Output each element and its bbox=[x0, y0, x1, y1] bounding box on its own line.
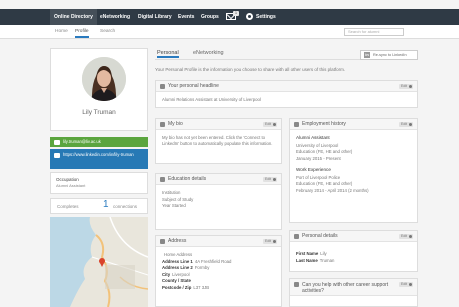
bio-body: My bio has not yet been entered. Click t… bbox=[162, 135, 275, 155]
sub-navigation: Home Profile Search Search for alumni bbox=[0, 25, 459, 39]
person-icon bbox=[160, 122, 165, 127]
top-navigation: Online Directory eNetworking Digital Lib… bbox=[0, 9, 459, 25]
linkedin-contact[interactable]: https://www.linkedin.com/in/lily-truman bbox=[50, 149, 148, 169]
tab-profile[interactable]: Profile bbox=[75, 25, 89, 38]
avatar[interactable] bbox=[82, 57, 126, 101]
page: Online Directory eNetworking Digital Lib… bbox=[0, 0, 459, 307]
job-title: Work Experience bbox=[296, 167, 331, 172]
edit-button[interactable]: Edit bbox=[263, 177, 277, 182]
bio-title: My bio bbox=[168, 121, 183, 127]
occupation-card: Occupation Alumni Assistant bbox=[50, 172, 148, 194]
personal-details-header: Personal details bbox=[290, 231, 417, 242]
gear-icon[interactable] bbox=[246, 13, 253, 20]
edit-button[interactable]: Edit bbox=[399, 122, 413, 127]
id-card-icon bbox=[294, 234, 299, 239]
personal-details-body: First Name Lily Last Name Truman bbox=[296, 251, 411, 264]
education-card: Education details Edit Institution Subje… bbox=[155, 173, 282, 230]
profile-card: Lily Truman bbox=[50, 48, 148, 131]
mail-count-badge: 1 bbox=[233, 11, 239, 16]
employment-body: Alumni Assistant University of Liverpool… bbox=[296, 135, 411, 194]
email-icon bbox=[54, 139, 60, 145]
education-field: Year Started bbox=[162, 203, 186, 208]
education-body: Institution Subject of Study Year Starte… bbox=[162, 190, 275, 210]
occupation-value: Alumni Assistant bbox=[56, 183, 86, 188]
edit-button[interactable]: Edit bbox=[399, 282, 413, 287]
employment-card: Employment history Edit Alumni Assistant… bbox=[289, 118, 418, 223]
edit-button[interactable]: Edit bbox=[399, 234, 413, 239]
nav-digital-library[interactable]: Digital Library bbox=[138, 9, 172, 25]
career-support-title: Can you help with other career support a… bbox=[302, 282, 389, 294]
edit-button[interactable]: Edit bbox=[263, 239, 277, 244]
headline-body: Alumni Relations Assistant at University… bbox=[162, 97, 411, 104]
nav-groups[interactable]: Groups bbox=[201, 9, 219, 25]
resync-linkedin-button[interactable]: in Re-sync to LinkedIn bbox=[360, 50, 418, 60]
headline-card: Your personal headline Edit Alumni Relat… bbox=[155, 80, 418, 108]
career-support-header: Can you help with other career support a… bbox=[290, 279, 417, 296]
bio-card: My bio Edit My bio has not yet been ente… bbox=[155, 118, 282, 164]
personal-details-title: Personal details bbox=[302, 233, 338, 239]
headline-header: Your personal headline bbox=[156, 81, 417, 92]
nav-online-directory[interactable]: Online Directory bbox=[50, 9, 97, 25]
tab-personal[interactable]: Personal bbox=[157, 48, 179, 58]
nav-settings[interactable]: Settings bbox=[256, 9, 276, 25]
nav-enetworking[interactable]: eNetworking bbox=[100, 9, 130, 25]
connections-label: connections bbox=[113, 204, 138, 209]
occupation-label: Occupation bbox=[56, 177, 79, 182]
edit-button[interactable]: Edit bbox=[399, 84, 413, 89]
tab-divider bbox=[155, 59, 380, 60]
education-title: Education details bbox=[168, 176, 207, 182]
pin-icon bbox=[160, 239, 165, 244]
job-title: Alumni Assistant bbox=[296, 135, 330, 140]
edit-button[interactable]: Edit bbox=[263, 122, 277, 127]
connections-count: 1 bbox=[103, 199, 109, 210]
employment-header: Employment history bbox=[290, 119, 417, 130]
address-body: Home Address Address Line 1 4A Freshfield… bbox=[162, 252, 275, 291]
employment-title: Employment history bbox=[302, 121, 346, 127]
address-row: Postcode / Zip L37 3JB bbox=[162, 284, 210, 290]
tab-enetworking[interactable]: eNetworking bbox=[193, 48, 224, 58]
intro-text: Your Personal Profile is the information… bbox=[155, 67, 346, 72]
personal-details-card: Personal details Edit First Name Lily Las… bbox=[289, 230, 418, 272]
bio-text: My bio has not yet been entered. Click t… bbox=[162, 135, 273, 146]
search-input[interactable]: Search for alumni bbox=[344, 28, 404, 36]
career-support-card: Can you help with other career support a… bbox=[289, 278, 418, 307]
briefcase-icon bbox=[294, 122, 299, 127]
job-dates: February 2014 - April 2014 (2 months) bbox=[296, 187, 369, 193]
tab-search[interactable]: Search bbox=[100, 25, 115, 38]
address-card: Address Edit Home Address Address Line 1… bbox=[155, 235, 282, 307]
resync-linkedin-label: Re-sync to LinkedIn bbox=[373, 53, 407, 57]
linkedin-icon bbox=[54, 153, 60, 158]
headline-text: Alumni Relations Assistant at University… bbox=[162, 97, 261, 102]
personal-row: Last Name Truman bbox=[296, 257, 335, 263]
connections-card[interactable]: Completes 1 connections bbox=[50, 198, 148, 214]
nav-events[interactable]: Events bbox=[178, 9, 194, 25]
address-map[interactable] bbox=[50, 217, 148, 307]
completes-label: Completes bbox=[57, 204, 79, 209]
headline-title: Your personal headline bbox=[168, 83, 219, 89]
quote-icon bbox=[160, 84, 165, 89]
question-icon bbox=[294, 282, 299, 287]
linkedin-url[interactable]: https://www.linkedin.com/in/lily-truman bbox=[63, 152, 143, 158]
tab-home[interactable]: Home bbox=[55, 25, 68, 38]
email-contact[interactable]: lily.truman@liv.ac.uk bbox=[50, 137, 148, 147]
profile-name: Lily Truman bbox=[82, 109, 116, 116]
email-address[interactable]: lily.truman@liv.ac.uk bbox=[63, 137, 101, 147]
book-icon bbox=[160, 177, 165, 182]
linkedin-icon: in bbox=[364, 52, 370, 58]
address-title: Address bbox=[168, 238, 187, 244]
